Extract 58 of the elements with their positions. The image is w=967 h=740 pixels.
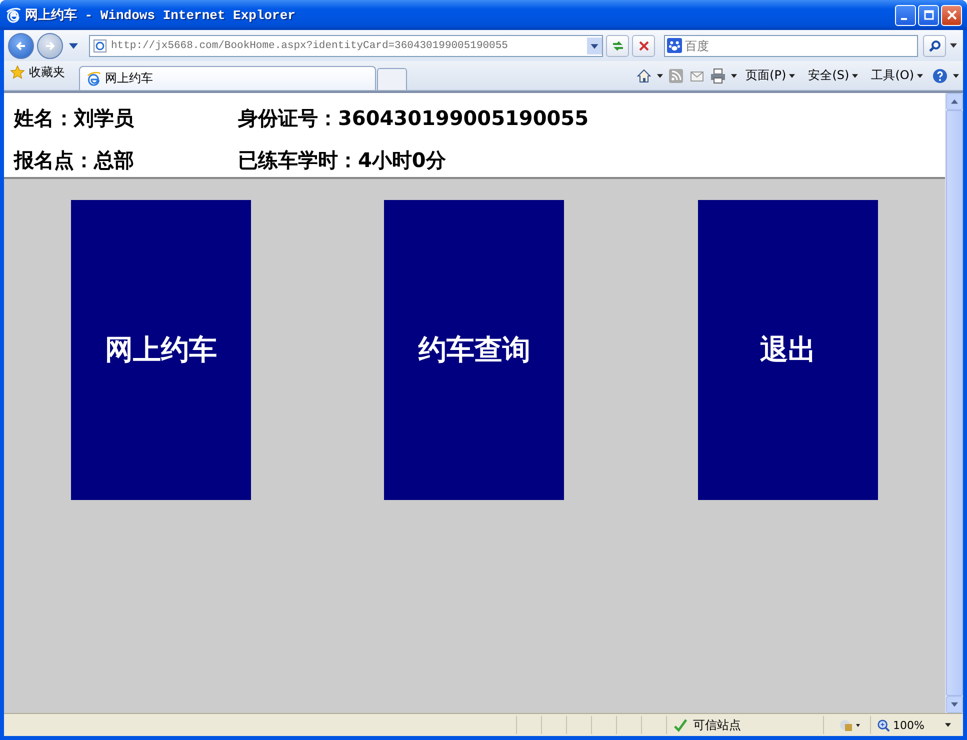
close-button[interactable] [941,4,962,26]
command-menu[interactable]: 页面(P) [742,67,800,84]
address-field[interactable]: http://jx5668.com/BookHome.aspx?identityCard=360430199005190055 [89,34,603,56]
menu-tile[interactable]: 约车查询 [384,200,564,500]
security-zone[interactable]: 可信站点 [666,716,823,734]
dropdown-icon[interactable] [953,74,959,78]
caret-icon [917,74,923,78]
caret-down-icon [951,702,958,707]
ie-logo-icon [5,7,21,23]
dropdown-icon[interactable] [587,36,602,54]
menu-tile[interactable]: 网上约车 [70,200,251,500]
stop-button[interactable] [632,34,655,56]
caret-icon [789,74,796,78]
help-icon[interactable] [932,68,948,84]
info-text: 报名点：总部 [14,146,135,174]
dropdown-icon[interactable] [950,43,957,48]
command-menu[interactable]: 安全(S) [804,67,862,84]
search-icon [928,38,942,52]
page-icon [93,38,107,52]
info-text: 身份证号：360430199005190055 [238,104,588,132]
scroll-down-button[interactable] [946,696,963,713]
maximize-button[interactable] [918,4,939,26]
info-text: 已练车学时：4小时0分 [238,146,446,174]
refresh-icon [610,38,624,52]
printer-icon[interactable] [710,68,726,84]
maximize-icon [924,10,934,20]
paw-icon [667,38,682,53]
search-button[interactable] [923,34,946,56]
back-button[interactable] [8,32,34,58]
minimize-icon [901,18,907,20]
info-text: 姓名：刘学员 [14,104,135,132]
menu-tile[interactable]: 退出 [698,200,878,500]
dropdown-icon[interactable] [656,74,663,78]
star-icon [10,65,25,80]
search-field[interactable]: 百度 [664,34,918,56]
ie-logo-icon [86,71,101,86]
command-menu[interactable]: 工具(O) [867,67,927,84]
arrow-left-icon [15,40,27,52]
home-icon[interactable] [636,68,652,84]
refresh-button[interactable] [606,34,629,56]
minimize-button[interactable] [895,4,916,26]
caret-icon [852,74,858,78]
checkmark-icon [673,718,688,732]
forward-button[interactable] [37,32,63,58]
close-icon [946,10,956,20]
favorites-button[interactable]: 收藏夹 [8,64,71,87]
zoom-button[interactable]: 100% [870,716,958,734]
zone-label: 可信站点 [693,716,741,734]
arrow-right-icon [44,40,56,52]
browser-tab[interactable]: 网上约车 [79,66,376,90]
zoom-icon [877,718,890,732]
scroll-up-button[interactable] [946,93,963,110]
window-title: 网上约车 - Windows Internet Explorer [25,6,296,24]
caret-up-icon [951,99,958,104]
close-icon [636,38,650,52]
dropdown-icon[interactable] [69,42,78,48]
dropdown-icon[interactable] [730,74,737,78]
caret-icon [945,723,952,727]
